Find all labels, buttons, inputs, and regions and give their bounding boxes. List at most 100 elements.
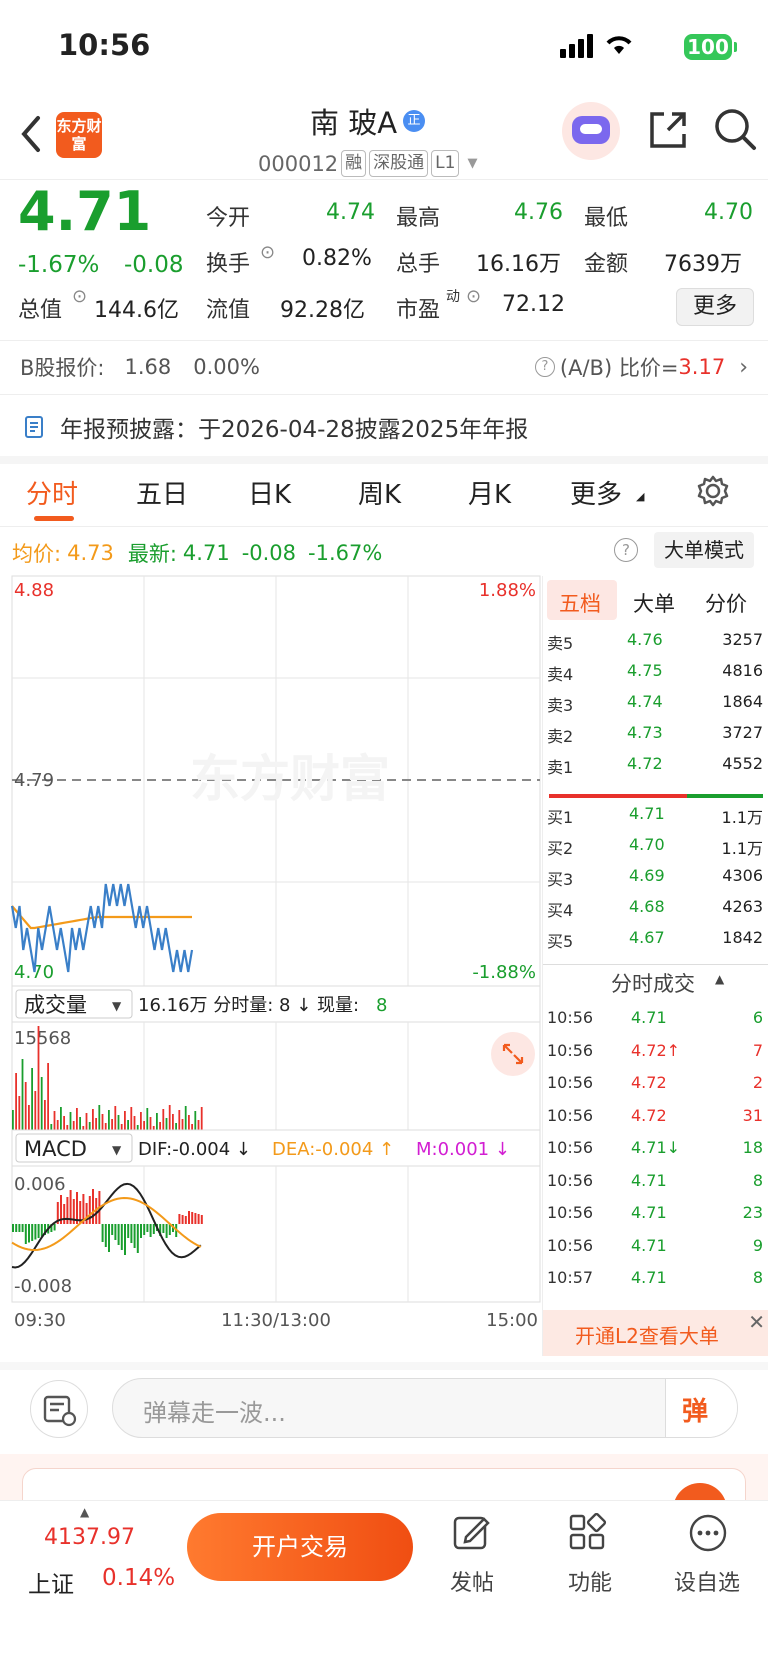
tab-daily-k[interactable]: 日K: [248, 474, 291, 511]
tab-more[interactable]: 更多: [570, 474, 622, 511]
announcement-text: 年报预披露：于2026-04-28披露2025年年报: [60, 417, 529, 443]
ask-price: 4.76: [627, 630, 663, 649]
macd-bar: [28, 1224, 30, 1243]
b-share-row[interactable]: B股报价: 1.68 0.00%: [20, 352, 260, 382]
bid-row[interactable]: 买5 4.67 1842: [543, 928, 763, 960]
open-account-trade-button[interactable]: 开户交易: [187, 1513, 413, 1581]
bid-row[interactable]: 买3 4.69 4306: [543, 866, 763, 898]
macd-bar: [143, 1224, 146, 1235]
turnover-value: 0.82%: [302, 246, 372, 271]
high-label: 最高: [396, 206, 441, 231]
ask-row[interactable]: 卖4 4.75 4816: [543, 661, 763, 693]
b-share-label: B股报价:: [20, 356, 105, 380]
ai-assistant-avatar[interactable]: [562, 102, 620, 160]
open-value: 4.74: [326, 200, 375, 225]
intraday-chart[interactable]: 东方财富 4.88 4.79 4.70 1.88% -1.88% 成交量 ▼ 1…: [0, 574, 542, 1364]
info-icon[interactable]: ⊙: [72, 286, 87, 307]
help-icon[interactable]: ?: [614, 538, 638, 562]
help-icon[interactable]: ?: [534, 357, 555, 377]
nav-post[interactable]: 发帖: [432, 1513, 512, 1603]
tab-monthly-k[interactable]: 月K: [468, 474, 511, 511]
pe-value: 72.12: [502, 292, 565, 317]
big-order-mode-button[interactable]: 大单模式: [654, 532, 754, 568]
bid-label: 买3: [547, 870, 574, 889]
current-price: 4.71: [18, 180, 152, 243]
macd-bar: [21, 1224, 24, 1232]
bid-row[interactable]: 买2 4.70 1.1万: [543, 835, 763, 867]
tick-volume: 31: [742, 1105, 763, 1125]
search-icon[interactable]: [712, 106, 758, 152]
send-danmu-button[interactable]: 弹: [665, 1379, 737, 1437]
tab-intraday[interactable]: 分时: [26, 474, 78, 511]
bid-label: 买5: [547, 932, 574, 951]
close-icon[interactable]: ✕: [748, 1310, 765, 1334]
volume-bar: [181, 1119, 184, 1130]
divider: [0, 394, 768, 395]
expand-button[interactable]: [491, 1032, 535, 1076]
macd-m: M:0.001 ↓: [416, 1139, 510, 1160]
volume-bar: [130, 1107, 133, 1130]
tick-row[interactable]: 10:56 4.71↓ 18: [543, 1138, 763, 1170]
info-icon[interactable]: ⊙: [260, 242, 275, 263]
ask-label: 卖2: [547, 727, 574, 746]
tab-price-dist[interactable]: 分价: [705, 588, 747, 618]
tick-volume: 9: [752, 1235, 763, 1255]
tab-big-order[interactable]: 大单: [633, 588, 675, 618]
tick-row[interactable]: 10:56 4.71 6: [543, 1008, 763, 1040]
b-share-price: 1.68: [124, 355, 172, 379]
tick-row[interactable]: 10:56 4.72↑ 7: [543, 1041, 763, 1073]
tab-five-day[interactable]: 五日: [136, 474, 188, 511]
share-icon[interactable]: [646, 108, 690, 152]
info-icon[interactable]: ⊙: [466, 286, 481, 307]
danmu-input[interactable]: 弹幕走一波... 弹: [112, 1378, 738, 1438]
last-change: -0.08: [241, 541, 297, 565]
ab-ratio-label: (A/B) 比价=: [559, 356, 679, 380]
l2-promo-banner[interactable]: 开通L2查看大单 ✕: [543, 1310, 768, 1356]
ticks-title[interactable]: 分时成交: [611, 968, 695, 998]
tab-weekly-k[interactable]: 周K: [358, 474, 401, 511]
volume-bar: [200, 1107, 203, 1130]
macd-bar: [15, 1224, 18, 1232]
ab-ratio[interactable]: ? (A/B) 比价= 3.17 ›: [534, 352, 748, 382]
bid-row[interactable]: 买4 4.68 4263: [543, 897, 763, 929]
volume-bar: [15, 1073, 17, 1130]
tick-row[interactable]: 10:56 4.72 31: [543, 1106, 763, 1138]
volume-info: 16.16万 分时量: 8 ↓ 现量:: [138, 995, 359, 1016]
tick-volume: 8: [752, 1170, 763, 1190]
index-value[interactable]: 4137.97: [44, 1525, 135, 1550]
tick-price: 4.71: [631, 1235, 667, 1255]
macd-axis-top: 0.006: [14, 1174, 66, 1195]
tick-volume: 2: [752, 1073, 763, 1092]
tick-price: 4.72: [631, 1105, 667, 1125]
tick-row[interactable]: 10:56 4.71 8: [543, 1171, 763, 1203]
macd-bar: [12, 1224, 14, 1232]
announcement-row[interactable]: 年报预披露：于2026-04-28披露2025年年报: [24, 410, 528, 444]
volume-bar: [66, 1125, 69, 1130]
macd-selector-label: MACD: [24, 1137, 87, 1161]
tick-row[interactable]: 10:56 4.72 2: [543, 1073, 763, 1105]
volume-bar: [152, 1126, 155, 1130]
ask-volume: 3257: [722, 630, 763, 649]
volume-bar: [92, 1109, 94, 1130]
volume-bar: [136, 1125, 139, 1130]
bid-row[interactable]: 买1 4.71 1.1万: [543, 804, 763, 836]
bid-volume: 4263: [722, 897, 763, 916]
nav-functions[interactable]: 功能: [550, 1513, 630, 1603]
tick-row[interactable]: 10:57 4.71 8: [543, 1268, 763, 1300]
turnover-label: 换手: [206, 252, 251, 277]
ask-row[interactable]: 卖5 4.76 3257: [543, 630, 763, 662]
tick-row[interactable]: 10:56 4.71 9: [543, 1236, 763, 1268]
tab-indicator: [34, 516, 74, 521]
more-button[interactable]: 更多: [676, 288, 754, 326]
nav-add-watchlist[interactable]: 设自选: [668, 1513, 748, 1603]
settings-gear-icon[interactable]: [696, 474, 730, 508]
ask-row[interactable]: 卖1 4.72 4552: [543, 754, 763, 786]
tick-time: 10:56: [547, 1040, 594, 1060]
volume-value: 16.16万: [476, 252, 561, 277]
tab-five-level[interactable]: 五档: [559, 588, 601, 618]
ask-row[interactable]: 卖3 4.74 1864: [543, 692, 763, 724]
macd-bar: [133, 1224, 136, 1248]
danmu-toggle-button[interactable]: [30, 1380, 88, 1438]
tick-row[interactable]: 10:56 4.71 23: [543, 1203, 763, 1235]
ask-row[interactable]: 卖2 4.73 3727: [543, 723, 763, 755]
